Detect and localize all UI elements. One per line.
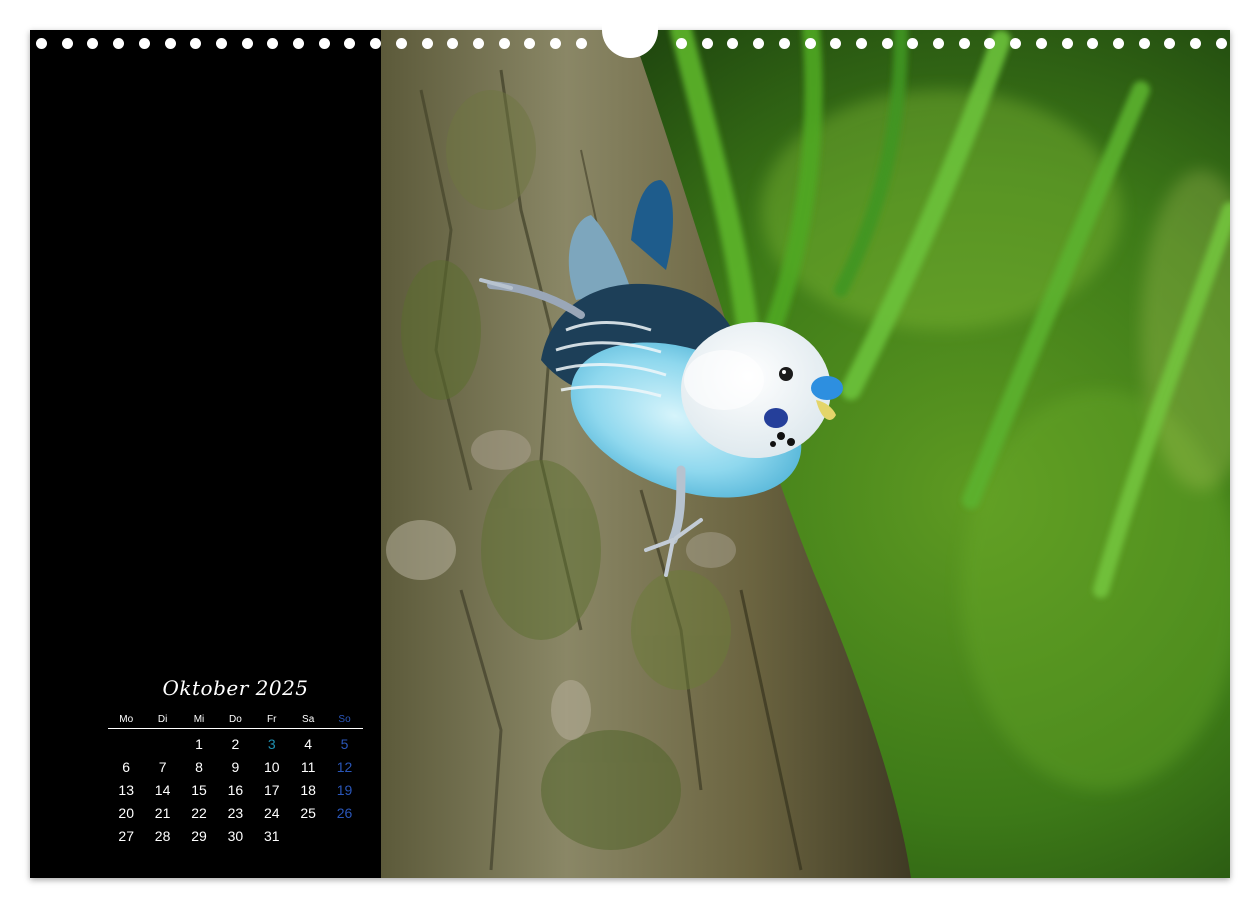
calendar-day: 26 — [336, 805, 353, 821]
calendar-day — [326, 827, 362, 850]
binding-hole — [498, 38, 510, 49]
calendar-day: 25 — [300, 805, 316, 821]
binding-hole — [727, 38, 739, 49]
budgerigar-photo — [381, 30, 1230, 878]
calendar-day: 22 — [191, 805, 207, 821]
calendar-day: 1 — [195, 736, 203, 752]
binding-hole — [1112, 38, 1124, 49]
binding-hole — [984, 38, 996, 49]
binding-hole — [524, 38, 536, 49]
weekday-label: Do — [228, 714, 242, 725]
calendar-day: 18 — [300, 782, 316, 798]
calendar-day: 8 — [195, 759, 203, 775]
calendar-day: 24 — [263, 805, 280, 821]
binding-hole — [701, 38, 713, 49]
calendar-day: 12 — [336, 759, 353, 775]
binding-hole — [1087, 38, 1099, 49]
weekday-header: Mo Di Mi Do Fr Sa So — [108, 714, 363, 729]
weekday-label: Sa — [302, 714, 315, 725]
binding-hole — [241, 38, 253, 49]
calendar-day: 17 — [263, 782, 280, 798]
calendar-day — [290, 827, 326, 850]
calendar-day: 14 — [154, 782, 171, 798]
binding-hole — [61, 38, 73, 49]
binding-hole — [676, 38, 687, 49]
weekday-label: Mo — [119, 714, 134, 725]
binding-hole — [164, 38, 176, 49]
binding-hole — [933, 38, 944, 49]
month-title: Oktober 2025 — [162, 676, 309, 700]
calendar-day: 9 — [231, 759, 240, 775]
calendar-day — [108, 735, 144, 758]
calendar-day: 15 — [191, 782, 207, 798]
binding-hole — [138, 38, 150, 49]
calendar-day: 4 — [304, 736, 313, 752]
calendar-page: Oktober 2025 Mo Di Mi Do Fr Sa So 1 2 3 4 5 6 7 8 9 10 1… — [30, 30, 1230, 878]
binding-hole — [113, 38, 125, 49]
binding-hole — [447, 38, 459, 49]
calendar-day: 19 — [336, 782, 353, 798]
binding-hole — [1061, 38, 1073, 49]
binding-hole — [1215, 38, 1227, 49]
calendar-day: 5 — [340, 736, 349, 752]
binding-hole — [830, 38, 842, 49]
weekday-label: Di — [157, 714, 168, 725]
calendar-week-row: 13 14 15 16 17 18 19 — [108, 781, 363, 804]
calendar-day: 7 — [158, 759, 167, 775]
binding-hole — [550, 38, 561, 49]
binding-hole — [318, 38, 330, 49]
calendar-body: 1 2 3 4 5 6 7 8 9 10 11 12 13 14 15 16 17 18 19 20 21 22 23 24 2… — [108, 735, 363, 850]
calendar-day: 3 — [267, 736, 276, 752]
calendar-day: 6 — [122, 759, 131, 775]
binding-hole — [344, 38, 356, 49]
calendar-day: 21 — [154, 805, 171, 821]
binding-hole — [370, 38, 382, 49]
calendar-day: 29 — [191, 828, 207, 844]
calendar-week-row: 1 2 3 4 5 — [108, 735, 363, 758]
binding-hole — [907, 38, 919, 49]
calendar-day: 2 — [231, 736, 240, 752]
binding-hole — [1164, 38, 1176, 49]
binding-hole — [1010, 38, 1022, 49]
calendar-day — [144, 735, 180, 758]
binding-hole — [575, 38, 587, 49]
binding-hole — [215, 38, 227, 49]
binding-hole — [1035, 38, 1047, 49]
binding-hole — [421, 38, 433, 49]
binding-hole — [36, 38, 47, 49]
binding-hole — [881, 38, 893, 49]
binding-hole — [267, 38, 279, 49]
binding-hole — [472, 38, 484, 49]
binding-hole — [958, 38, 970, 49]
calendar-week-row: 6 7 8 9 10 11 12 — [108, 758, 363, 781]
calendar-day: 10 — [263, 759, 280, 775]
calendar-day: 23 — [227, 805, 244, 821]
calendar-day: 16 — [227, 782, 244, 798]
binding-hole — [190, 38, 202, 49]
calendar-day: 13 — [118, 782, 134, 798]
binding-hole — [87, 38, 99, 49]
binding-hole — [855, 38, 867, 49]
calendar-week-row: 27 28 29 30 31 — [108, 827, 363, 850]
binding-hole — [1138, 38, 1150, 49]
calendar-day: 11 — [300, 759, 316, 775]
binding-hole — [804, 38, 816, 49]
calendar-day: 30 — [227, 828, 244, 844]
binding-hole — [778, 38, 790, 49]
binding-hole — [1190, 38, 1201, 49]
calendar-day: 28 — [154, 828, 171, 844]
weekday-label: Mi — [193, 714, 205, 725]
weekday-label: So — [338, 714, 351, 725]
binding-hole — [293, 38, 304, 49]
calendar-day: 31 — [263, 828, 280, 844]
calendar-panel: Oktober 2025 Mo Di Mi Do Fr Sa So 1 2 3 4 5 6 7 8 9 10 1… — [30, 30, 381, 878]
photo-illustration — [381, 30, 1230, 878]
calendar-day: 27 — [118, 828, 134, 844]
binding-hole — [753, 38, 765, 49]
calendar-day: 20 — [118, 805, 134, 821]
weekday-label: Fr — [267, 714, 277, 725]
binding-hole — [395, 38, 407, 49]
calendar-week-row: 20 21 22 23 24 25 26 — [108, 804, 363, 827]
calendar-grid: Mo Di Mi Do Fr Sa So 1 2 3 4 5 6 7 8 9 10 11 12 13 14 15 16 17… — [108, 714, 363, 850]
